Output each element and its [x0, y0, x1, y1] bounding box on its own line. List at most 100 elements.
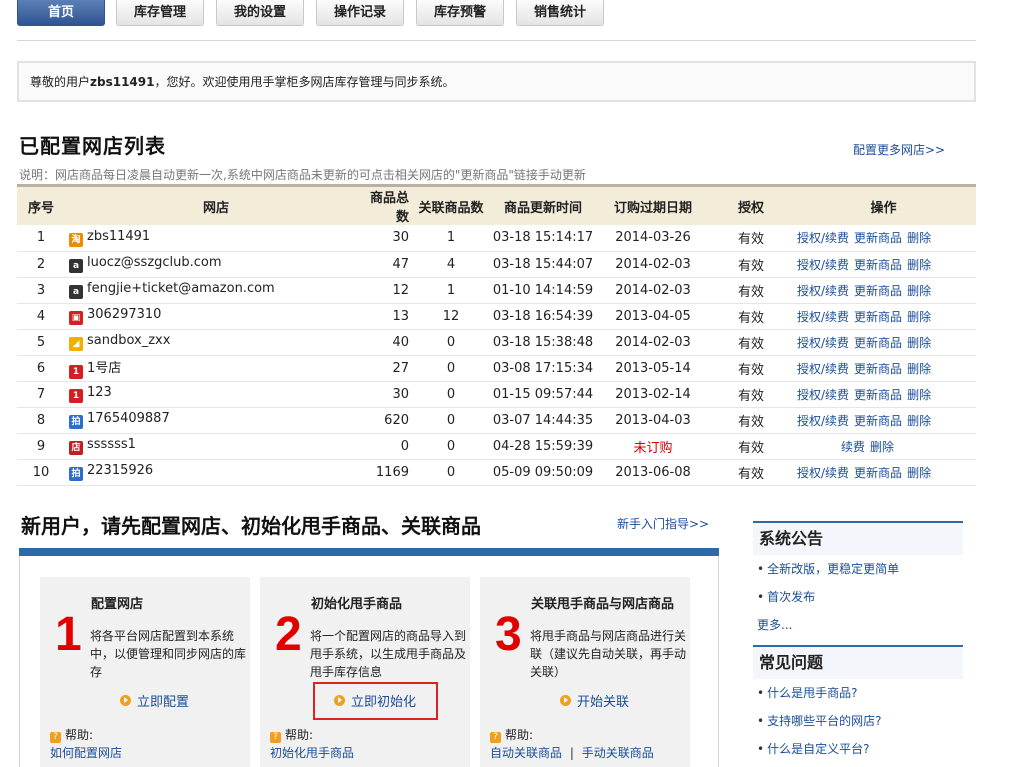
amazon-icon: a	[69, 259, 83, 273]
configure-now-link[interactable]: 立即配置	[120, 691, 189, 710]
delete-link[interactable]: 删除	[907, 258, 931, 272]
help-link-manual-link[interactable]: 手动关联商品	[582, 746, 654, 760]
row-updated: 04-28 15:59:39	[491, 433, 595, 460]
row-no: 6	[17, 355, 65, 382]
update-products-link[interactable]: 更新商品	[854, 466, 902, 480]
tab-home[interactable]: 首页	[17, 0, 105, 26]
row-auth: 有效	[711, 459, 791, 486]
row-total: 620	[367, 407, 411, 434]
row-expire: 2013-06-08	[595, 459, 711, 486]
row-no: 3	[17, 277, 65, 304]
step-number: 3	[495, 608, 522, 661]
delete-link[interactable]: 删除	[907, 414, 931, 428]
help-link-auto-link[interactable]: 自动关联商品	[490, 746, 562, 760]
row-auth: 有效	[711, 251, 791, 278]
delete-link[interactable]: 删除	[907, 231, 931, 245]
sandbox-icon: ◢	[69, 337, 83, 351]
step-title: 初始化甩手商品	[311, 597, 403, 612]
delete-link[interactable]: 删除	[907, 362, 931, 376]
tab-sales[interactable]: 销售统计	[516, 0, 604, 26]
row-linked: 0	[411, 329, 491, 356]
start-linking-link[interactable]: 开始关联	[560, 691, 629, 710]
row-total: 12	[367, 277, 411, 304]
update-products-link[interactable]: 更新商品	[854, 284, 902, 298]
authorize-renew-link[interactable]: 授权/续费	[797, 414, 849, 428]
tab-stock-alert[interactable]: 库存预警	[416, 0, 504, 26]
bullet: •	[757, 686, 765, 700]
step-desc: 将一个配置网店的商品导入到甩手系统，以生成甩手商品及甩手库存信息	[310, 629, 467, 679]
update-products-link[interactable]: 更新商品	[854, 414, 902, 428]
help-link-init-products[interactable]: 初始化甩手商品	[270, 746, 354, 760]
renew-link[interactable]: 续费	[841, 440, 865, 454]
help-text: 帮助:	[65, 728, 94, 742]
row-expire: 未订购	[595, 433, 711, 460]
authorize-renew-link[interactable]: 授权/续费	[797, 284, 849, 298]
welcome-username: zbs11491	[90, 75, 155, 89]
faq-link[interactable]: 什么是甩手商品?	[767, 686, 857, 700]
faq-link[interactable]: 支持哪些平台的网店?	[767, 714, 881, 728]
bullet: •	[757, 714, 765, 728]
row-linked: 1	[411, 277, 491, 304]
welcome-prefix: 尊敬的用户	[30, 75, 91, 89]
table-row: 4 ▣ 306297310 13 12 03-18 16:54:39 2013-04-05 有…	[17, 303, 976, 330]
row-expire: 2014-02-03	[595, 329, 711, 356]
delete-link[interactable]: 删除	[907, 466, 931, 480]
row-linked: 1	[411, 225, 491, 252]
announcement-link[interactable]: 首次发布	[767, 590, 815, 604]
table-row: 3 a fengjie+ticket@amazon.com 12 1 01-10 14:1…	[17, 277, 976, 304]
row-expire: 2013-05-14	[595, 355, 711, 382]
store-icon: 店	[69, 441, 83, 455]
update-products-link[interactable]: 更新商品	[854, 231, 902, 245]
row-total: 30	[367, 225, 411, 252]
update-products-link[interactable]: 更新商品	[854, 336, 902, 350]
row-total: 40	[367, 329, 411, 356]
row-no: 10	[17, 459, 65, 486]
authorize-renew-link[interactable]: 授权/续费	[797, 231, 849, 245]
announcements-more-link[interactable]: 更多...	[757, 618, 792, 632]
update-products-link[interactable]: 更新商品	[854, 362, 902, 376]
beginner-guide-link[interactable]: 新手入门指导>>	[617, 515, 709, 532]
help-link-configure-shop[interactable]: 如何配置网店	[50, 746, 122, 760]
faq-item: • 支持哪些平台的网店?	[753, 707, 963, 735]
row-auth: 有效	[711, 355, 791, 382]
delete-link[interactable]: 删除	[907, 388, 931, 402]
shop-name: 1765409887	[87, 411, 170, 426]
faq-title: 常见问题	[753, 645, 963, 679]
authorize-renew-link[interactable]: 授权/续费	[797, 258, 849, 272]
authorize-renew-link[interactable]: 授权/续费	[797, 388, 849, 402]
announcement-item: • 首次发布	[753, 583, 963, 611]
col-ops: 操作	[870, 200, 897, 216]
announcement-link[interactable]: 全新改版，更稳定更简单	[767, 562, 899, 576]
step-number: 1	[55, 608, 82, 661]
shop-name: fengjie+ticket@amazon.com	[87, 281, 275, 296]
delete-link[interactable]: 删除	[907, 310, 931, 324]
faq-link[interactable]: 什么是自定义平台?	[767, 742, 869, 756]
authorize-renew-link[interactable]: 授权/续费	[797, 310, 849, 324]
row-ops: 授权/续费 更新商品 删除	[791, 381, 976, 408]
authorize-renew-link[interactable]: 授权/续费	[797, 336, 849, 350]
row-no: 1	[17, 225, 65, 252]
initialize-now-label: 立即初始化	[351, 695, 417, 710]
table-row: 5 ◢ sandbox_zxx 40 0 03-18 15:38:48 2014-02-03…	[17, 329, 976, 356]
delete-link[interactable]: 删除	[907, 336, 931, 350]
tab-logs[interactable]: 操作记录	[316, 0, 404, 26]
authorize-renew-link[interactable]: 授权/续费	[797, 466, 849, 480]
tab-inventory[interactable]: 库存管理	[116, 0, 204, 26]
delete-link[interactable]: 删除	[907, 284, 931, 298]
help-text: 帮助:	[505, 728, 534, 742]
update-products-link[interactable]: 更新商品	[854, 388, 902, 402]
delete-link[interactable]: 删除	[870, 440, 894, 454]
initialize-now-link[interactable]: 立即初始化	[334, 691, 416, 710]
row-shop: 淘 zbs11491	[65, 225, 367, 252]
col-shop: 网店	[202, 200, 229, 216]
update-products-link[interactable]: 更新商品	[854, 258, 902, 272]
help-label: ? 帮助:	[490, 726, 533, 743]
yhd-icon: 1	[69, 365, 83, 379]
more-shops-link[interactable]: 配置更多网店>>	[853, 141, 945, 158]
tab-settings[interactable]: 我的设置	[216, 0, 304, 26]
authorize-renew-link[interactable]: 授权/续费	[797, 362, 849, 376]
update-products-link[interactable]: 更新商品	[854, 310, 902, 324]
row-linked: 4	[411, 251, 491, 278]
row-expire: 2014-03-26	[595, 225, 711, 252]
paipai-icon: 拍	[69, 467, 83, 481]
